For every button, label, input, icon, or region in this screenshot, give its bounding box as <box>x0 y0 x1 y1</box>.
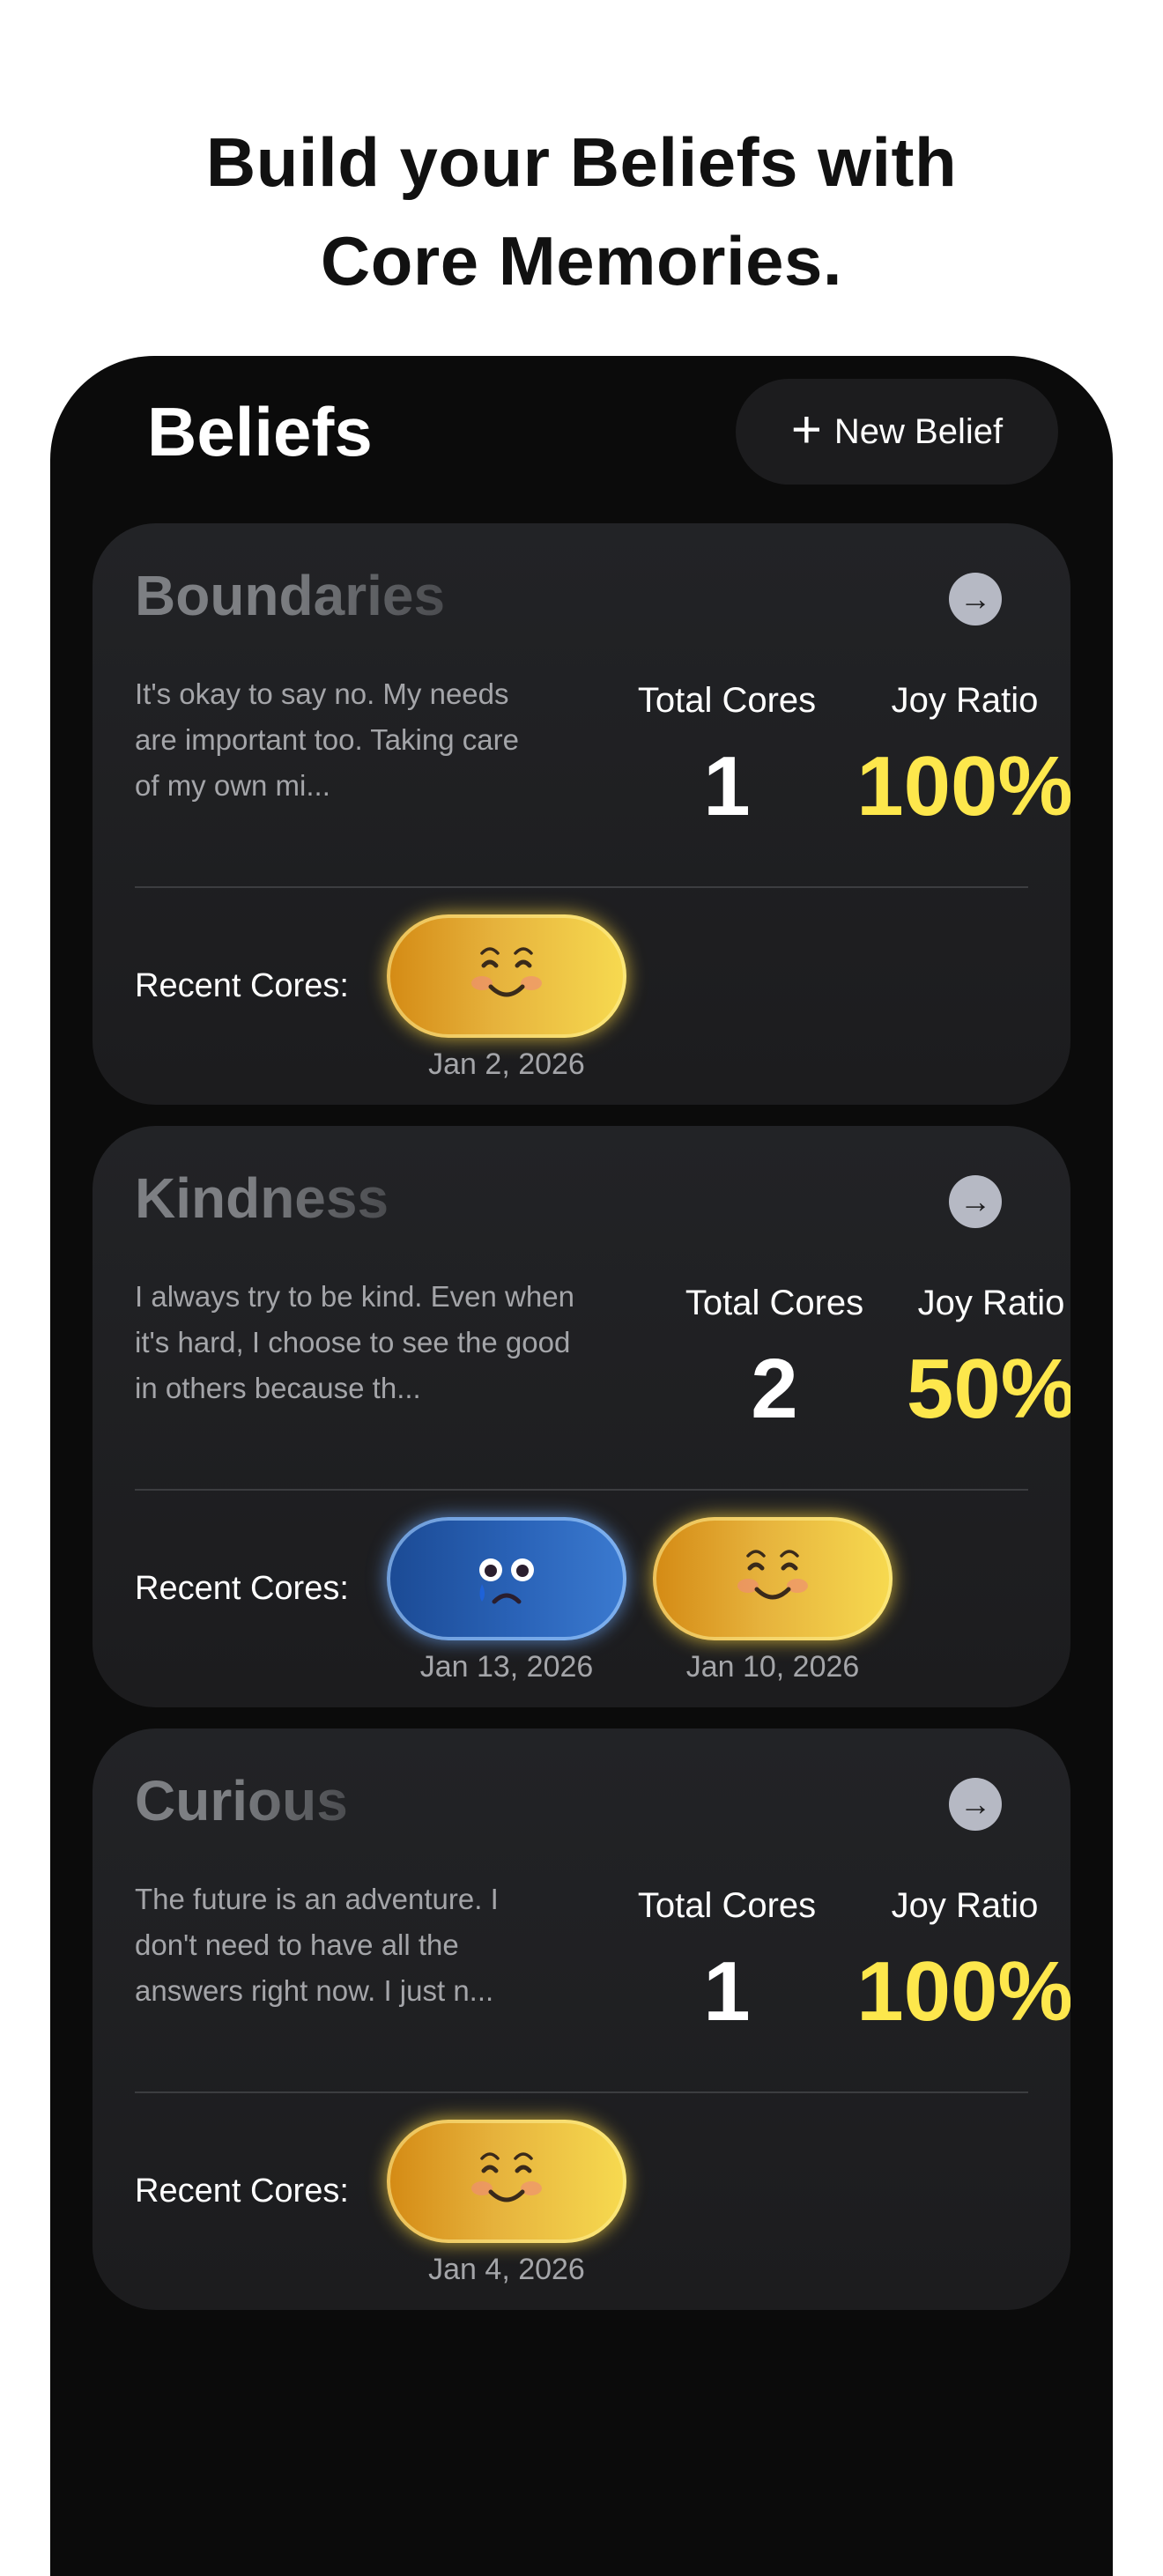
total-cores-value: 1 <box>703 739 751 833</box>
phone-screen: Beliefs + New Belief Boundaries → It's o… <box>50 356 1113 2576</box>
belief-description: The future is an adventure. I don't need… <box>135 1883 499 2007</box>
core-date: Jan 13, 2026 <box>419 1650 594 1684</box>
recent-cores-label: Recent Cores: <box>135 2173 349 2210</box>
smiling-face-icon <box>471 2152 542 2202</box>
core-date: Jan 4, 2026 <box>428 2253 585 2286</box>
recent-cores-label: Recent Cores: <box>135 967 349 1004</box>
core-memory-item: Jan 13, 2026 <box>387 1517 626 1684</box>
promo-headline: Build your Beliefs with Core Memories. <box>0 113 1163 310</box>
crying-face-icon <box>479 1558 534 1604</box>
total-cores-label: Total Cores <box>637 681 817 720</box>
recent-cores-label: Recent Cores: <box>135 1570 349 1607</box>
core-memory-pill-sadness[interactable] <box>387 1517 626 1640</box>
joy-ratio-label: Joy Ratio <box>917 1284 1065 1322</box>
joy-ratio-value: 100% <box>856 1944 1070 2039</box>
core-memory-pill-joy[interactable] <box>387 2120 626 2243</box>
belief-description: I always try to be kind. Even when it's … <box>135 1280 574 1404</box>
new-belief-label: New Belief <box>833 411 1004 451</box>
belief-title: Curious <box>135 1769 348 1832</box>
core-memory-pill-joy[interactable] <box>653 1517 893 1640</box>
core-memory-item: Jan 10, 2026 <box>653 1517 893 1684</box>
core-date: Jan 10, 2026 <box>685 1650 860 1684</box>
belief-card-curious[interactable]: Curious → The future is an adventure. I … <box>93 1728 1070 2310</box>
plus-icon: + <box>790 400 822 459</box>
arrow-right-icon[interactable]: → <box>949 1175 1002 1228</box>
smiling-face-icon <box>471 947 542 997</box>
joy-ratio-label: Joy Ratio <box>891 1886 1039 1925</box>
core-date: Jan 2, 2026 <box>428 1047 585 1081</box>
belief-card-boundaries[interactable]: Boundaries → It's okay to say no. My nee… <box>93 523 1070 1105</box>
promo-headline-line2: Core Memories. <box>320 222 843 300</box>
belief-title: Boundaries <box>135 564 446 627</box>
divider <box>135 1489 1028 1491</box>
total-cores-value: 1 <box>703 1944 751 2039</box>
core-memory-item: Jan 2, 2026 <box>387 914 626 1082</box>
belief-card-kindness[interactable]: Kindness → I always try to be kind. Even… <box>93 1126 1070 1707</box>
smiling-face-icon <box>737 1550 808 1600</box>
core-memory-item: Jan 4, 2026 <box>387 2120 626 2287</box>
divider <box>135 2091 1028 2093</box>
total-cores-label: Total Cores <box>637 1886 817 1925</box>
new-belief-button[interactable]: + New Belief <box>736 379 1058 485</box>
total-cores-label: Total Cores <box>685 1284 864 1322</box>
joy-ratio-value: 100% <box>856 739 1070 833</box>
arrow-right-icon[interactable]: → <box>949 1778 1002 1831</box>
total-cores-value: 2 <box>751 1342 798 1436</box>
joy-ratio-value: 50% <box>906 1342 1070 1436</box>
promo-headline-line1: Build your Beliefs with <box>205 123 958 201</box>
belief-description: It's okay to say no. My needs are import… <box>135 677 519 802</box>
joy-ratio-label: Joy Ratio <box>891 681 1039 720</box>
core-memory-pill-joy[interactable] <box>387 914 626 1038</box>
page-title: Beliefs <box>147 393 373 470</box>
divider <box>135 886 1028 888</box>
belief-title: Kindness <box>135 1166 389 1230</box>
arrow-right-icon[interactable]: → <box>949 573 1002 625</box>
